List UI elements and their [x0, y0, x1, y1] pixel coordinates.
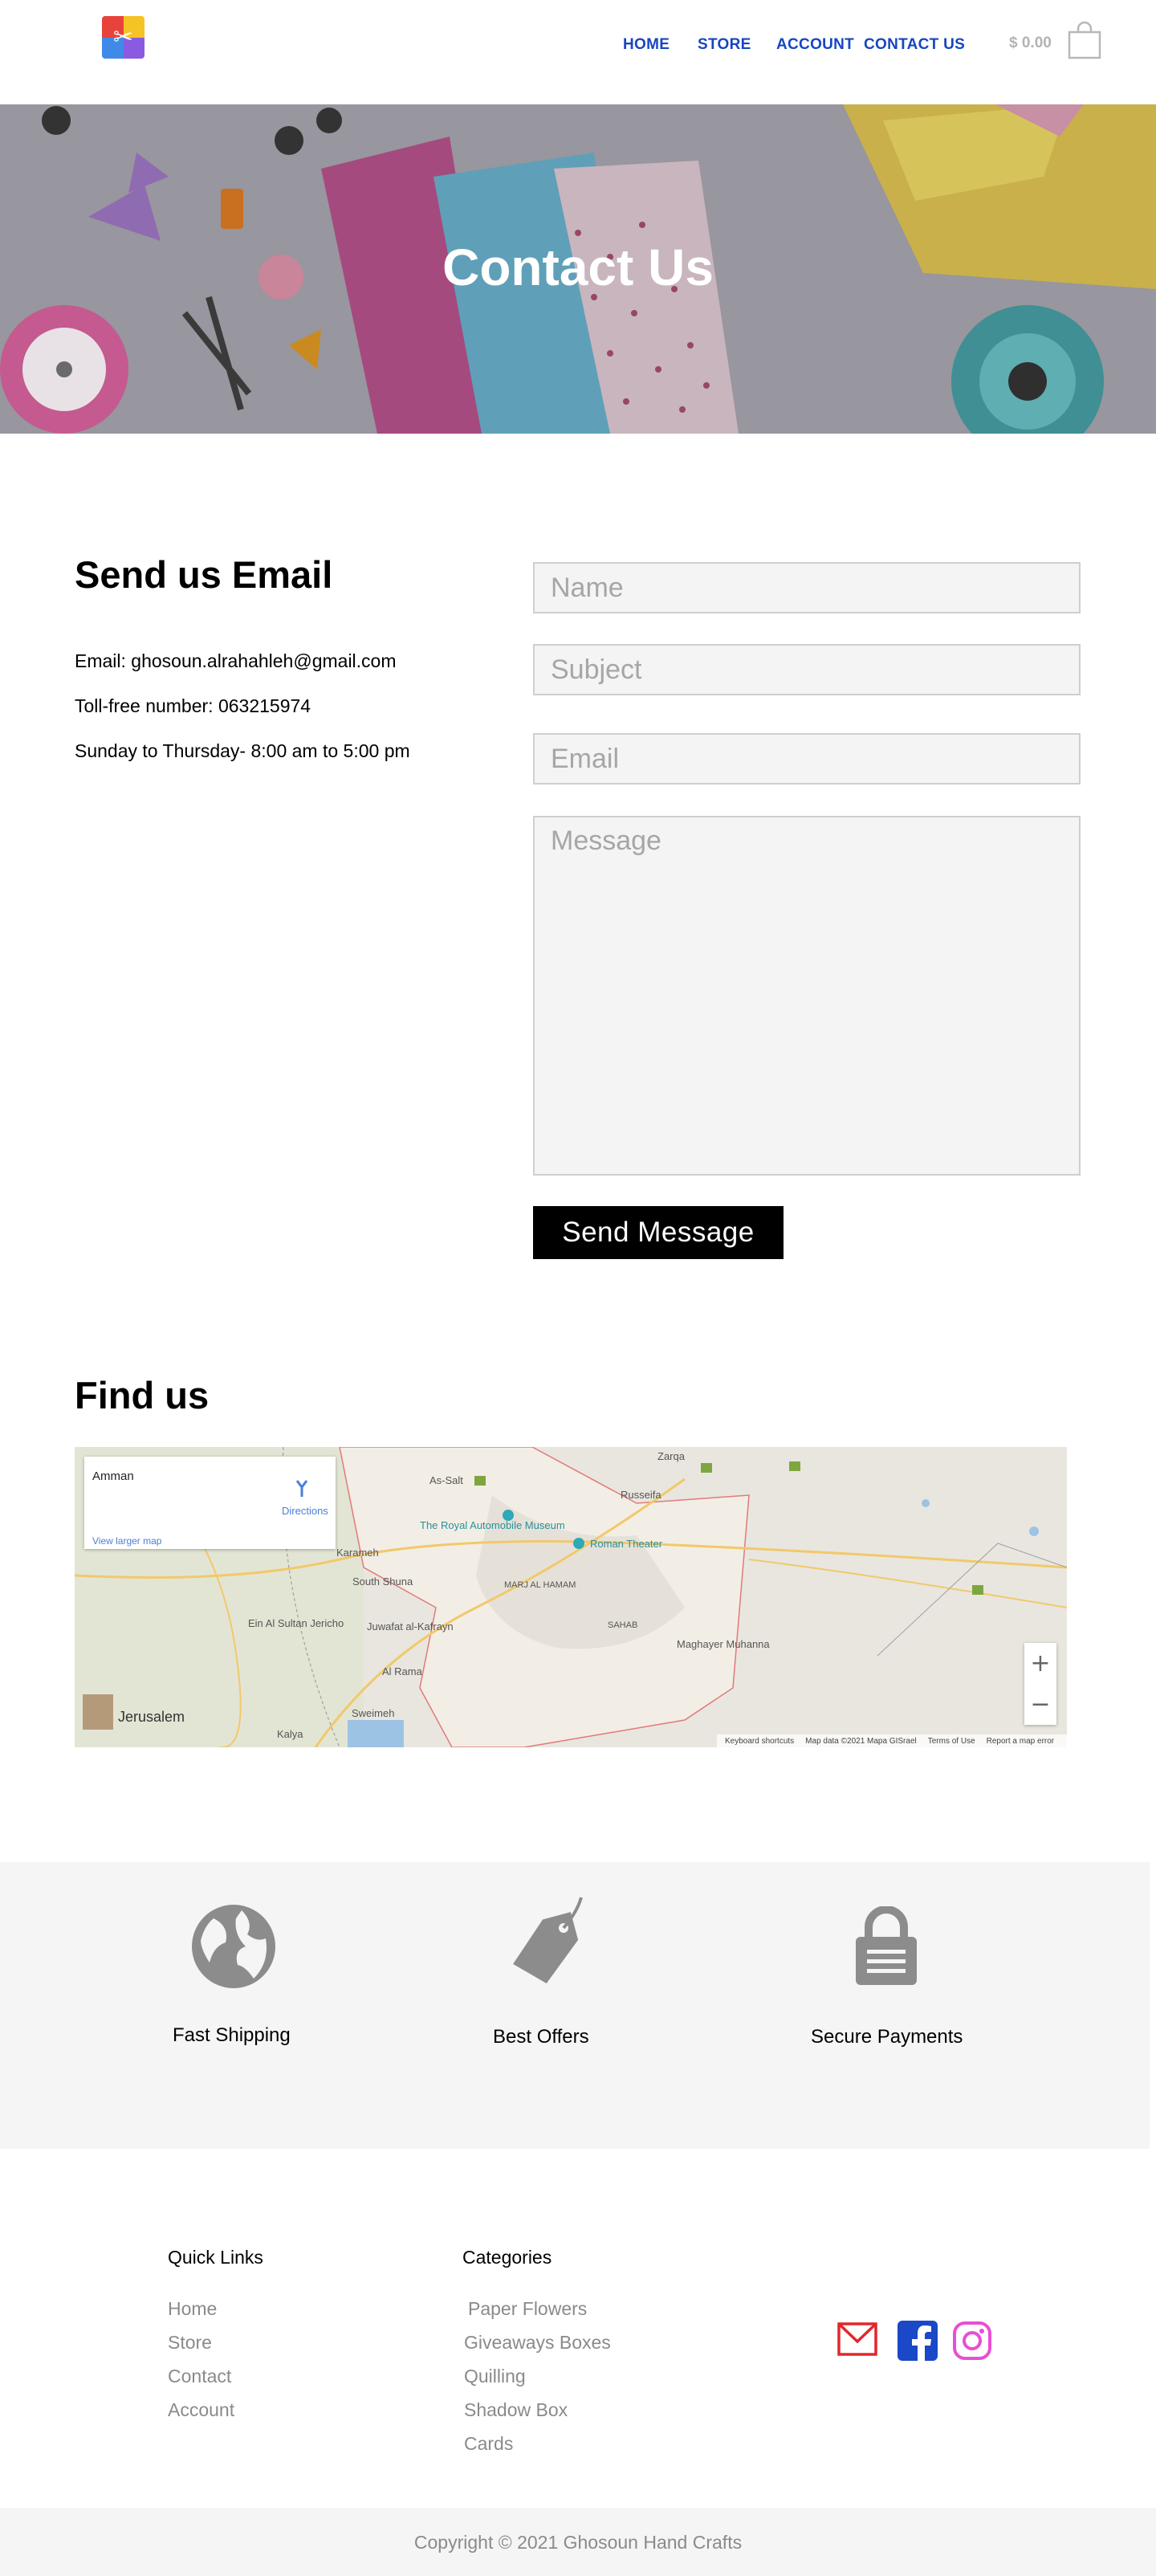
map-label: Juwafat al-Kafrayn [367, 1620, 454, 1632]
nav-contact-us[interactable]: CONTACT US [864, 36, 965, 54]
zoom-out-button[interactable]: − [1024, 1684, 1056, 1725]
map-place-card: Amman Directions View larger map [84, 1457, 336, 1549]
footer-link-home[interactable]: Home [168, 2298, 217, 2320]
contact-email: Email: ghosoun.alrahahleh@gmail.com [75, 650, 397, 671]
categories-heading: Categories [462, 2247, 552, 2268]
category-link[interactable]: Giveaways Boxes [464, 2332, 611, 2354]
instagram-icon[interactable] [952, 2321, 992, 2361]
map-label: Sweimeh [352, 1707, 395, 1719]
price-tag-icon [513, 1897, 583, 1983]
map-label: Maghayer Muhanna [677, 1638, 770, 1650]
map-label: Roman Theater [590, 1538, 663, 1550]
category-link[interactable]: Quilling [464, 2366, 526, 2387]
view-larger-map-link[interactable]: View larger map [92, 1535, 161, 1547]
email-field[interactable] [533, 733, 1081, 785]
map-data-credit: Map data ©2021 Mapa GISrael [805, 1736, 917, 1746]
nav-home[interactable]: HOME [623, 36, 670, 54]
footer-link-account[interactable]: Account [168, 2399, 234, 2421]
facebook-icon[interactable] [898, 2321, 938, 2361]
find-us-heading: Find us [75, 1374, 210, 1416]
contact-phone: Toll-free number: 063215974 [75, 695, 311, 716]
site-header: ✂ HOME STORE ACCOUNT CONTACT US $ 0.00 [0, 0, 1156, 104]
feature-label: Fast Shipping [173, 2024, 291, 2046]
map-label: South Shuna [352, 1575, 413, 1588]
directions-link[interactable]: Directions [282, 1505, 328, 1517]
map-label: MARJ AL HAMAM [504, 1580, 576, 1590]
map-label: Ein Al Sultan Jericho [248, 1617, 344, 1629]
map-label: Jerusalem [118, 1709, 185, 1725]
map-zoom-controls: + − [1024, 1643, 1056, 1725]
map-label: SAHAB [608, 1620, 638, 1630]
map-label: The Royal Automobile Museum [420, 1519, 565, 1531]
shopping-bag-icon[interactable] [1068, 21, 1101, 59]
category-link[interactable]: Paper Flowers [468, 2298, 587, 2320]
map-label: Karameh [336, 1547, 379, 1559]
map-label: Al Rama [382, 1665, 422, 1677]
subject-field[interactable] [533, 644, 1081, 695]
category-link[interactable]: Cards [464, 2433, 513, 2455]
features-band: Fast Shipping Best Offers Secure Payment… [0, 1862, 1150, 2149]
map-label: As-Salt [429, 1474, 463, 1486]
cart-total[interactable]: $ 0.00 [1009, 35, 1052, 52]
name-field[interactable] [533, 562, 1081, 613]
page-title: Contact Us [442, 238, 714, 296]
map-footer: Keyboard shortcuts Map data ©2021 Mapa G… [717, 1734, 1067, 1747]
mail-icon[interactable] [837, 2322, 877, 2356]
zoom-in-button[interactable]: + [1024, 1643, 1056, 1684]
directions-icon[interactable] [295, 1478, 309, 1497]
terms-of-use-link[interactable]: Terms of Use [928, 1737, 975, 1746]
contact-hours: Sunday to Thursday- 8:00 am to 5:00 pm [75, 740, 410, 761]
quick-links-heading: Quick Links [168, 2247, 263, 2268]
footer-link-store[interactable]: Store [168, 2332, 212, 2354]
feature-label: Secure Payments [811, 2026, 963, 2048]
copyright-text: Copyright © 2021 Ghosoun Hand Crafts [413, 2532, 743, 2553]
map-place-name: Amman [92, 1469, 134, 1483]
report-map-error-link[interactable]: Report a map error [987, 1737, 1054, 1746]
embedded-map[interactable]: As-Salt Zarqa Russeifa The Royal Automob… [75, 1447, 1067, 1747]
hero-banner: Contact Us [0, 104, 1156, 434]
feature-label: Best Offers [493, 2026, 589, 2048]
copyright-bar: Copyright © 2021 Ghosoun Hand Crafts [0, 2508, 1156, 2576]
globe-icon [192, 1905, 275, 1988]
send-message-button[interactable]: Send Message [533, 1206, 784, 1259]
lock-icon [856, 1906, 917, 1985]
main-nav: HOME STORE ACCOUNT CONTACT US [0, 36, 1156, 55]
nav-account[interactable]: ACCOUNT [776, 36, 854, 54]
nav-store[interactable]: STORE [698, 36, 751, 54]
send-email-heading: Send us Email [75, 553, 333, 596]
map-label: Russeifa [621, 1489, 661, 1501]
map-label: Kalya [277, 1728, 303, 1740]
category-link[interactable]: Shadow Box [464, 2399, 568, 2421]
map-label: Zarqa [657, 1450, 685, 1462]
message-field[interactable] [533, 816, 1081, 1176]
footer-link-contact[interactable]: Contact [168, 2366, 231, 2387]
keyboard-shortcuts-link[interactable]: Keyboard shortcuts [725, 1737, 794, 1746]
